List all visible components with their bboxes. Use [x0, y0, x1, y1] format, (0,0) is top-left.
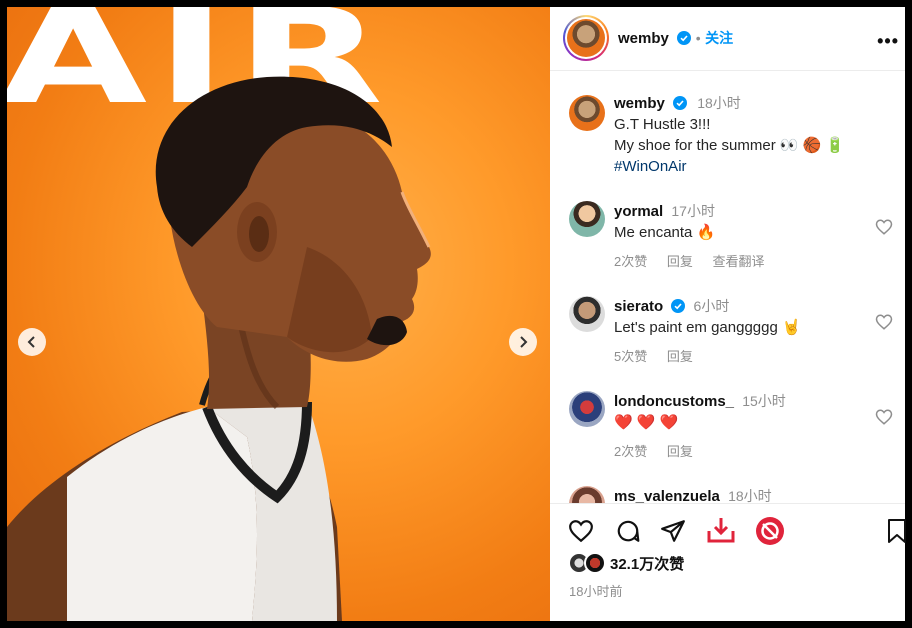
author-avatar[interactable]: [563, 15, 609, 61]
caption-username[interactable]: wemby: [614, 95, 665, 112]
comment-time: 17小时: [671, 203, 715, 219]
verified-badge-icon: [671, 299, 686, 313]
chevron-right-icon: [520, 336, 528, 348]
caption-hashtag[interactable]: #WinOnAir: [614, 156, 875, 177]
liker-avatar: [584, 552, 606, 574]
author-info: wemby • 关注: [618, 28, 733, 48]
comment-time: 15小时: [742, 393, 786, 409]
comment-text: Let's paint em ganggggg 🤘: [614, 319, 801, 336]
comment-avatar[interactable]: [569, 486, 605, 503]
comment-avatar[interactable]: [569, 201, 605, 237]
post-actions: 32.1万次赞 18小时前: [550, 503, 908, 621]
author-username[interactable]: wemby: [618, 30, 669, 47]
comment-icon[interactable]: [615, 518, 641, 544]
comment-avatar[interactable]: [569, 296, 605, 332]
comment-username[interactable]: ms_valenzuela: [614, 488, 720, 503]
reply-button[interactable]: 回复: [667, 254, 693, 269]
like-count[interactable]: 32.1万次赞: [610, 553, 684, 574]
reply-button[interactable]: 回复: [667, 444, 693, 459]
bookmark-icon[interactable]: [886, 518, 908, 544]
comment-likes[interactable]: 2次赞: [614, 444, 647, 459]
follow-button[interactable]: 关注: [705, 30, 733, 46]
comment-avatar[interactable]: [569, 391, 605, 427]
likes-summary[interactable]: 32.1万次赞: [568, 552, 684, 574]
comment-item: ms_valenzuela 18小时: [550, 478, 905, 503]
comment-username[interactable]: sierato: [614, 298, 663, 315]
share-icon[interactable]: [660, 518, 686, 544]
post-details-panel: wemby • 关注 ••• wemby 18小时 G.T Hustle 3!!…: [550, 7, 908, 621]
heart-icon[interactable]: [568, 518, 594, 544]
post-timestamp: 18小时前: [569, 584, 623, 599]
verified-badge-icon: [673, 96, 688, 110]
previous-image-button[interactable]: [18, 328, 46, 356]
heart-icon[interactable]: [875, 408, 893, 426]
next-image-button[interactable]: [509, 328, 537, 356]
comment-text: Me encanta 🔥: [614, 224, 716, 241]
athlete-portrait: [7, 76, 431, 621]
comment-username[interactable]: londoncustoms_: [614, 393, 734, 410]
comment-item: sierato 6小时 Let's paint em ganggggg 🤘 5次…: [550, 288, 905, 378]
heart-icon[interactable]: [875, 218, 893, 236]
comment-username[interactable]: yormal: [614, 203, 663, 220]
comments-list[interactable]: wemby 18小时 G.T Hustle 3!!! My shoe for t…: [550, 71, 905, 503]
more-options-button[interactable]: •••: [877, 31, 899, 52]
post-header: wemby • 关注 •••: [550, 7, 905, 71]
download-icon[interactable]: [706, 516, 736, 544]
caption-line: My shoe for the summer 👀 🏀 🔋: [614, 137, 845, 154]
comment-text: ❤️ ❤️ ❤️: [614, 414, 679, 431]
post-image[interactable]: AIR: [7, 7, 550, 621]
comment-time: 18小时: [728, 488, 772, 503]
instagram-post-modal: AIR wemby • 关注 ••• wemby 18小时 G.T Hustle…: [0, 0, 912, 628]
refresh-icon[interactable]: [755, 516, 785, 546]
verified-badge-icon: [677, 31, 692, 45]
caption: wemby 18小时 G.T Hustle 3!!! My shoe for t…: [550, 85, 905, 185]
caption-time: 18小时: [697, 95, 741, 111]
translate-button[interactable]: 查看翻译: [713, 254, 765, 269]
caption-line: G.T Hustle 3!!!: [614, 116, 711, 133]
comment-likes[interactable]: 5次赞: [614, 349, 647, 364]
comment-likes[interactable]: 2次赞: [614, 254, 647, 269]
chevron-left-icon: [27, 336, 35, 348]
heart-icon[interactable]: [875, 313, 893, 331]
reply-button[interactable]: 回复: [667, 349, 693, 364]
comment-time: 6小时: [693, 298, 730, 314]
comment-item: londoncustoms_ 15小时 ❤️ ❤️ ❤️ 2次赞 回复: [550, 383, 905, 473]
comment-item: yormal 17小时 Me encanta 🔥 2次赞 回复 查看翻译: [550, 193, 905, 283]
caption-avatar[interactable]: [569, 95, 605, 131]
separator-dot: •: [695, 30, 701, 46]
